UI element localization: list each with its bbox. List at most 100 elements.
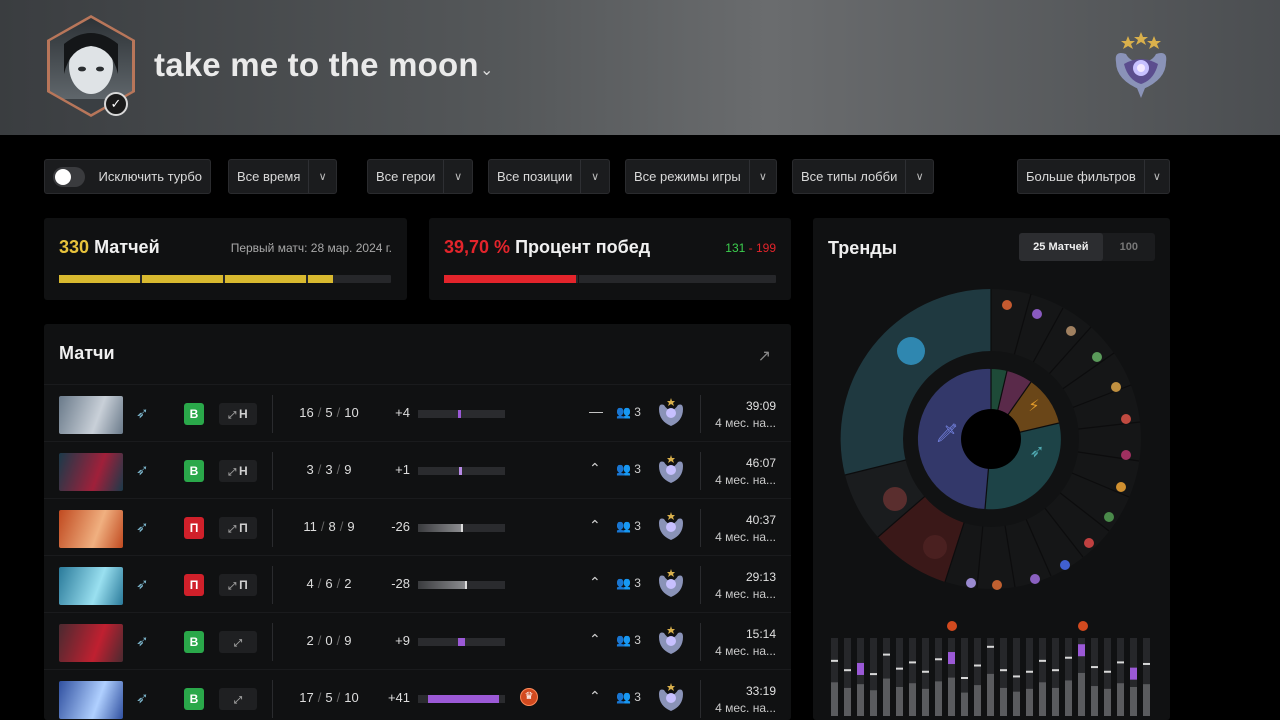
- assists: 10: [344, 405, 359, 420]
- trend-bar[interactable]: [961, 692, 968, 716]
- trend-bar[interactable]: [857, 684, 864, 716]
- role-icon: ➶: [136, 519, 149, 536]
- impact-bar: [418, 524, 505, 532]
- rank-icon: [656, 454, 686, 491]
- kda: 16/5/10: [299, 405, 359, 420]
- match-row[interactable]: ➶ В ⤢ 2/0/9 +9 ⌃ 👥 3 15:14 4 мес. на...: [44, 612, 791, 669]
- trend-bar[interactable]: [1104, 688, 1111, 716]
- more-filters-select[interactable]: Больше фильтров ∨: [1017, 159, 1170, 194]
- trend-bar[interactable]: [844, 687, 851, 716]
- match-result-badge: В: [184, 688, 204, 710]
- rank-icon: [656, 568, 686, 605]
- hero-portrait[interactable]: [59, 681, 123, 719]
- winrate-progress-bar: [444, 275, 776, 283]
- hero-filter-select[interactable]: Все герои ∨: [367, 159, 473, 194]
- match-row[interactable]: ➶ П ⤢ П 4/6/2 -28 ⌃ 👥 3 29:13 4 мес. на...: [44, 555, 791, 612]
- party-size: 👥 3: [616, 405, 641, 419]
- kda: 3/3/9: [306, 462, 352, 477]
- hero-portrait[interactable]: [59, 510, 123, 548]
- rank-icon: [656, 625, 686, 662]
- trend-bar[interactable]: [948, 677, 955, 716]
- trend-bar[interactable]: [1026, 688, 1033, 716]
- match-row[interactable]: ➶ В ⤢ Н 3/3/9 +1 ⌃ 👥 3 46:07 4 мес. на...: [44, 441, 791, 498]
- trend-bar[interactable]: [922, 688, 929, 716]
- tab-25-matches[interactable]: 25 Матчей: [1019, 233, 1103, 261]
- trend-bar[interactable]: [1130, 686, 1137, 716]
- trend-bar[interactable]: [1013, 691, 1020, 716]
- toggle-switch[interactable]: [53, 166, 85, 187]
- impact-value: +1: [395, 462, 410, 477]
- winrate-title: 39,70 % Процент побед: [444, 237, 650, 258]
- rank-icon: [656, 682, 686, 719]
- trend-bar[interactable]: [1065, 680, 1072, 716]
- trend-bar[interactable]: [909, 683, 916, 716]
- trend-bar[interactable]: [1052, 687, 1059, 716]
- award-icon[interactable]: ♛: [520, 688, 538, 706]
- winrate-value: 39,70 %: [444, 237, 511, 257]
- match-row[interactable]: ➶ В ⤢ 17/5/10 +41 ♛ ⌃ 👥 3 33:19 4 мес. на...: [44, 669, 791, 720]
- exclude-turbo-toggle[interactable]: Исключить турбо: [44, 159, 211, 194]
- arrow-up-right-icon[interactable]: ↗: [758, 346, 771, 366]
- trend-bar[interactable]: [1039, 682, 1046, 716]
- trend-bar[interactable]: [987, 673, 994, 716]
- chevron-down-icon[interactable]: ⌄: [480, 60, 493, 80]
- losses-count: 199: [755, 241, 776, 255]
- filter-bar: Исключить турбо Все время ∨ Все герои ∨ …: [0, 159, 1280, 195]
- position-filter-select[interactable]: Все позиции ∨: [488, 159, 610, 194]
- match-row[interactable]: ➶ П ⤢ П 11/8/9 -26 ⌃ 👥 3 40:37 4 мес. на...: [44, 498, 791, 555]
- trend-bar[interactable]: [1091, 686, 1098, 716]
- game-mode-filter-select[interactable]: Все режимы игры ∨: [625, 159, 777, 194]
- trend-bar-tick: [1065, 656, 1072, 659]
- tab-100-matches[interactable]: 100: [1103, 233, 1155, 261]
- hero-icon: [923, 535, 947, 559]
- trend-bar-tick: [1000, 669, 1007, 672]
- match-result-badge: П: [184, 574, 204, 596]
- party-icon: 👥: [616, 462, 631, 476]
- hero-portrait[interactable]: [59, 396, 123, 434]
- rank-medal-icon: [1110, 32, 1172, 103]
- trend-bar[interactable]: [935, 681, 942, 716]
- trend-bar[interactable]: [883, 678, 890, 716]
- winrate-label: Процент побед: [515, 237, 651, 257]
- trend-bar-tick: [844, 669, 851, 672]
- hero-portrait[interactable]: [59, 453, 123, 491]
- trend-bar[interactable]: [1117, 683, 1124, 716]
- impact-bar: [418, 638, 505, 646]
- trend-bar[interactable]: [870, 690, 877, 716]
- assists: 10: [344, 690, 359, 705]
- hero-icon: [897, 337, 925, 365]
- match-row[interactable]: ➶ В ⤢ Н 16/5/10 +4 — 👥 3 39:09 4 мес. на...: [44, 384, 791, 441]
- player-name[interactable]: take me to the moon: [154, 46, 479, 84]
- match-time-ago: 4 мес. на...: [715, 587, 776, 601]
- party-size: 👥 3: [616, 690, 641, 704]
- role-icon: ➶: [136, 690, 149, 707]
- lane-badge: ⤢ П: [219, 574, 257, 596]
- matches-label: Матчей: [94, 237, 160, 257]
- party-size: 👥 3: [616, 462, 641, 476]
- match-time-ago: 4 мес. на...: [715, 644, 776, 658]
- trend-bar[interactable]: [1000, 687, 1007, 716]
- hero-portrait[interactable]: [59, 567, 123, 605]
- party-icon: 👥: [616, 576, 631, 590]
- trend-bar[interactable]: [974, 685, 981, 716]
- trend-bar[interactable]: [1143, 684, 1150, 716]
- match-duration: 33:19: [745, 684, 776, 698]
- assists: 2: [344, 576, 352, 591]
- trend-bar-highlight: [857, 662, 864, 675]
- avatar[interactable]: ✓: [46, 14, 136, 118]
- trend-bar[interactable]: [896, 686, 903, 716]
- trend-bar[interactable]: [1078, 672, 1085, 716]
- impact-bar-fill: [418, 581, 467, 589]
- match-duration: 40:37: [745, 513, 776, 527]
- matches-count-card: 330 Матчей Первый матч: 28 мар. 2024 г.: [44, 218, 407, 300]
- chevron-down-icon: ∨: [748, 160, 776, 193]
- hero-portrait[interactable]: [59, 624, 123, 662]
- trend-icon: ⌃: [589, 517, 601, 533]
- kda: 11/8/9: [303, 519, 355, 534]
- chevron-down-icon: ∨: [1143, 160, 1169, 193]
- trend-bar[interactable]: [831, 682, 838, 716]
- chevron-down-icon: ∨: [905, 160, 933, 193]
- time-filter-select[interactable]: Все время ∨: [228, 159, 337, 194]
- impact-value: +41: [387, 690, 410, 705]
- lobby-type-filter-select[interactable]: Все типы лобби ∨: [792, 159, 934, 194]
